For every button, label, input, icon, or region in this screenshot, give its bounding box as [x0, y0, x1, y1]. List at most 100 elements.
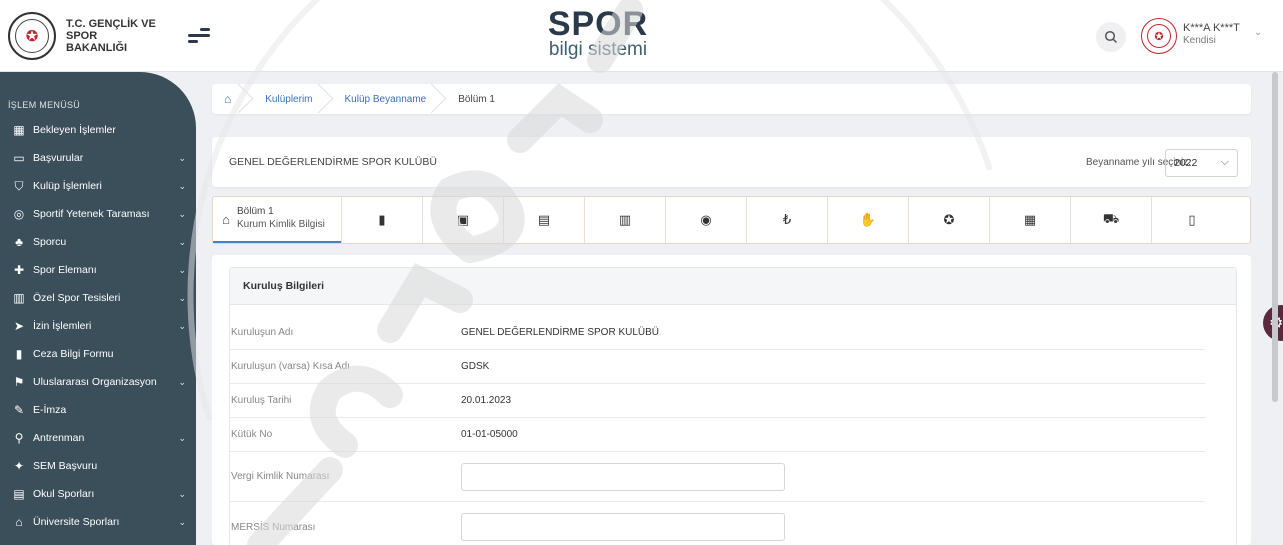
globe-icon: ◉: [700, 212, 712, 227]
athletes-icon: ♣: [15, 235, 23, 249]
row-value: GDSK: [461, 361, 490, 372]
lira-icon: ₺: [782, 212, 792, 227]
club-name: GENEL DEĞERLENDİRME SPOR KULÜBÜ: [229, 156, 437, 168]
staff-add-icon: ✚: [13, 263, 25, 277]
sidebar-item-7[interactable]: ➤ İzin İşlemleri ⌄: [12, 316, 190, 336]
sidebar-item-0[interactable]: ▦ Bekleyen İşlemler: [12, 120, 190, 140]
sidebar-item-1[interactable]: ▭ Başvurular ⌄: [12, 148, 190, 168]
mersis-input[interactable]: [461, 513, 785, 541]
signature-icon: ✎: [13, 403, 25, 417]
avatar[interactable]: ✪: [1141, 18, 1177, 54]
chevron-down-icon: ⌄: [178, 376, 186, 387]
facilities-icon: ▥: [13, 291, 25, 305]
user-name[interactable]: K***A K***T: [1183, 22, 1240, 35]
tab-section-12[interactable]: ▯: [1151, 197, 1232, 243]
sidebar-item-label: Uluslararası Organizasyon: [33, 376, 157, 388]
spor-logo[interactable]: SPOR bilgi sistemi: [528, 6, 668, 64]
row-label: Kütük No: [231, 429, 273, 440]
page-scrollbar[interactable]: [1272, 72, 1278, 402]
sidebar-item-label: SEM Başvuru: [33, 460, 98, 472]
tab-section-9[interactable]: ✪: [908, 197, 989, 243]
chevron-down-icon: ⌄: [178, 236, 186, 247]
sidebar-item-label: Okul Sporları: [33, 488, 95, 500]
chevron-down-icon[interactable]: ⌄: [1254, 27, 1262, 38]
year-select[interactable]: 2022 ⌵: [1165, 149, 1238, 177]
home-icon: ⌂: [222, 211, 230, 227]
clipboard-icon: ▯: [1188, 212, 1196, 227]
sidebar-item-9[interactable]: ⚑ Uluslararası Organizasyon ⌄: [12, 372, 190, 392]
tab-section-7[interactable]: ₺: [746, 197, 827, 243]
club-shield-icon: ⛉: [14, 178, 24, 193]
sidebar-item-2[interactable]: ⛉ Kulüp İşlemleri ⌄: [12, 176, 190, 196]
tab-section-6[interactable]: ◉: [665, 197, 746, 243]
chevron-down-icon: ⌄: [178, 180, 186, 191]
sidebar-item-13[interactable]: ▤ Okul Sporları ⌄: [12, 484, 190, 504]
chevron-down-icon: ⌵: [1220, 156, 1229, 168]
ministry-name-line1: T.C. GENÇLİK VE: [66, 18, 156, 30]
sidebar-item-label: Başvurular: [33, 152, 84, 164]
breadcrumb-item-current: Bölüm 1: [458, 93, 495, 105]
sidebar-item-label: Sportif Yetenek Taraması: [33, 208, 150, 220]
sidebar-item-label: İzin İşlemleri: [33, 320, 92, 332]
talent-scan-icon: ◎: [13, 207, 25, 221]
sidebar-item-label: Bekleyen İşlemler: [33, 124, 116, 136]
main-content: Kuruluş Bilgileri Kuruluşun Adı GENEL DE…: [212, 255, 1251, 545]
chevron-down-icon: ⌄: [178, 488, 186, 499]
ministry-brand[interactable]: ✪ T.C. GENÇLİK VE SPOR BAKANLIĞI: [8, 12, 156, 60]
tab-section-11[interactable]: ⛟: [1070, 197, 1151, 243]
sidebar-item-10[interactable]: ✎ E-İmza: [12, 400, 190, 420]
breadcrumb-item-kulup-beyanname[interactable]: Kulüp Beyanname: [331, 84, 445, 114]
sidebar-item-3[interactable]: ◎ Sportif Yetenek Taraması ⌄: [12, 204, 190, 224]
penalty-form-icon: ▮: [15, 347, 23, 361]
tab-section-4[interactable]: ▤: [503, 197, 584, 243]
breadcrumb-item-kuluplerim[interactable]: Kulüplerim: [251, 84, 330, 114]
tab-section-3[interactable]: ▣: [422, 197, 503, 243]
tab-section-5[interactable]: ▥: [584, 197, 665, 243]
section-tabs: ⌂ Bölüm 1 Kurum Kimlik Bilgisi ▮ ▣ ▤ ▥ ◉ ₺ ✋ ✪ ▦…: [212, 196, 1251, 244]
menu-title: İŞLEM MENÜSÜ: [8, 100, 81, 110]
sidebar-item-11[interactable]: ⚲ Antrenman ⌄: [12, 428, 190, 448]
row-label: Kuruluşun Adı: [231, 327, 294, 338]
permission-icon: ➤: [13, 319, 25, 333]
sidebar-item-label: Spor Elemanı: [33, 264, 97, 276]
tab-bolum-1[interactable]: ⌂ Bölüm 1 Kurum Kimlik Bilgisi: [213, 197, 341, 243]
logo-main: SPOR: [547, 5, 649, 43]
chevron-down-icon: ⌄: [178, 208, 186, 219]
sidebar-item-8[interactable]: ▮ Ceza Bilgi Formu: [12, 344, 190, 364]
input-row: MERSİS Numarası: [229, 502, 1205, 545]
tab-section-8[interactable]: ✋: [827, 197, 908, 243]
applications-icon: ▭: [13, 151, 25, 165]
school-sports-icon: ▤: [13, 487, 25, 501]
row-label: Kuruluşun (varsa) Kısa Adı: [231, 361, 350, 372]
hamburger-icon[interactable]: [188, 26, 210, 44]
sidebar-item-label: Ceza Bilgi Formu: [33, 348, 114, 360]
breadcrumb-home[interactable]: ⌂: [212, 84, 251, 114]
sidebar-item-label: Antrenman: [33, 432, 85, 444]
sem-icon: ✦: [13, 459, 25, 473]
input-row: Vergi Kimlik Numarası: [229, 452, 1205, 502]
sidebar-item-14[interactable]: ⌂ Üniversite Sporları ⌄: [12, 512, 190, 532]
info-row: Kütük No 01-01-05000: [229, 418, 1205, 452]
sidebar-item-4[interactable]: ♣ Sporcu ⌄: [12, 232, 190, 252]
chevron-down-icon: ⌄: [178, 320, 186, 331]
club-title-card: GENEL DEĞERLENDİRME SPOR KULÜBÜ Beyannam…: [212, 137, 1251, 187]
chevron-down-icon: ⌄: [178, 516, 186, 527]
id-card-icon: ▣: [456, 212, 470, 227]
year-value: 2022: [1174, 157, 1198, 169]
row-value: 20.01.2023: [461, 395, 512, 406]
tab-section-2[interactable]: ▮: [341, 197, 422, 243]
sidebar-item-6[interactable]: ▥ Özel Spor Tesisleri ⌄: [12, 288, 190, 308]
car-icon: ⛟: [1102, 211, 1120, 226]
ministry-seal-icon: ✪: [1147, 24, 1171, 48]
chevron-down-icon: ⌄: [178, 292, 186, 303]
vergi-kimlik-input[interactable]: [461, 462, 785, 491]
handshake-icon: ✋: [859, 212, 877, 227]
sidebar-item-5[interactable]: ✚ Spor Elemanı ⌄: [12, 260, 190, 280]
search-button[interactable]: [1096, 22, 1126, 52]
sidebar-item-12[interactable]: ✦ SEM Başvuru: [12, 456, 190, 476]
form-list-icon: ▤: [537, 212, 551, 227]
sidebar-item-label: Kulüp İşlemleri: [33, 180, 102, 192]
chevron-down-icon: ⌄: [178, 152, 186, 163]
ministry-name-line2: SPOR BAKANLIĞI: [66, 30, 128, 54]
tab-section-10[interactable]: ▦: [989, 197, 1070, 243]
